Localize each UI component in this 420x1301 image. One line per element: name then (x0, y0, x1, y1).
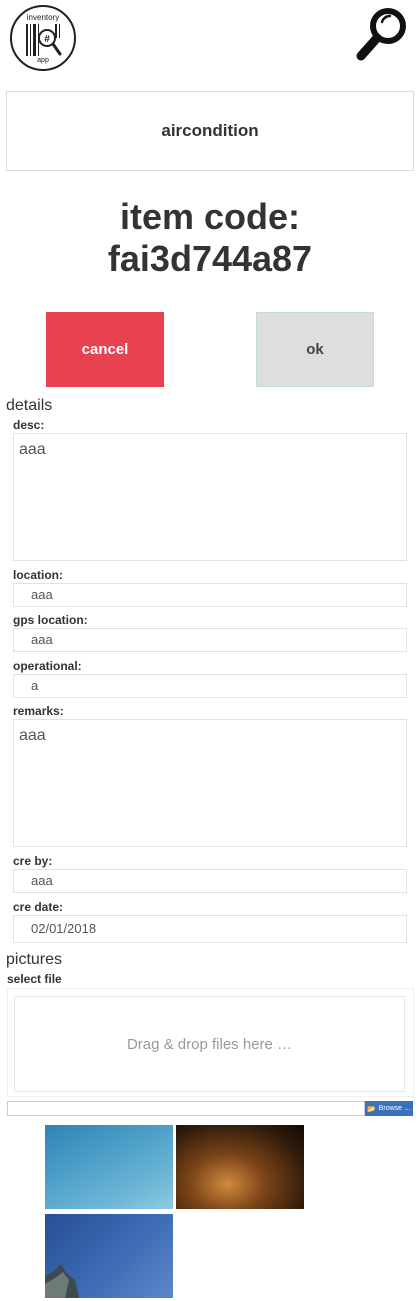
rock-shape (45, 1264, 79, 1298)
cre-by-label: cre by: (13, 854, 53, 868)
cre-by-input[interactable]: aaa (13, 869, 407, 893)
gps-location-input[interactable]: aaa (13, 628, 407, 652)
pictures-section-title: pictures (6, 951, 63, 968)
item-name-header: aircondition (6, 91, 414, 171)
operational-label: operational: (13, 659, 82, 673)
item-name: aircondition (161, 121, 259, 140)
operational-input[interactable]: a (13, 674, 407, 698)
remarks-label: remarks: (13, 704, 64, 718)
svg-text:#: # (44, 34, 50, 45)
desc-label: desc: (13, 418, 45, 432)
cre-date-input[interactable]: 02/01/2018 (13, 915, 407, 943)
search-icon (356, 8, 406, 61)
select-file-label: select file (7, 972, 62, 986)
browse-button[interactable]: 📂 Browse … (365, 1101, 413, 1116)
folder-icon: 📂 (366, 1105, 376, 1113)
gps-location-label: gps location: (13, 613, 88, 627)
app-logo: inventory # app (10, 5, 76, 71)
remarks-textarea[interactable]: aaa (13, 719, 407, 847)
picture-thumbnail[interactable] (176, 1125, 304, 1209)
cancel-button[interactable]: cancel (46, 312, 164, 387)
details-section-title: details (6, 397, 53, 414)
ok-button[interactable]: ok (256, 312, 374, 387)
logo-top-text: inventory (26, 13, 60, 22)
item-code-heading: item code: fai3d744a87 (0, 196, 420, 280)
browse-label: Browse … (378, 1105, 411, 1112)
location-input[interactable]: aaa (13, 583, 407, 607)
picture-thumbnail[interactable] (45, 1125, 173, 1209)
dropzone-text: Drag & drop files here … (126, 1035, 293, 1053)
cre-date-label: cre date: (13, 900, 64, 914)
search-button[interactable] (354, 4, 412, 64)
location-label: location: (13, 568, 63, 582)
file-dropzone[interactable]: Drag & drop files here … (14, 996, 405, 1092)
desc-textarea[interactable]: aaa (13, 433, 407, 561)
picture-thumbnail[interactable] (45, 1214, 173, 1298)
logo-bottom-text: app (37, 57, 49, 64)
barcode-magnifier-icon: # (26, 24, 62, 56)
file-caption-input[interactable] (7, 1101, 365, 1116)
item-code-value: fai3d744a87 (107, 238, 313, 279)
item-code-label: item code: (119, 196, 301, 237)
